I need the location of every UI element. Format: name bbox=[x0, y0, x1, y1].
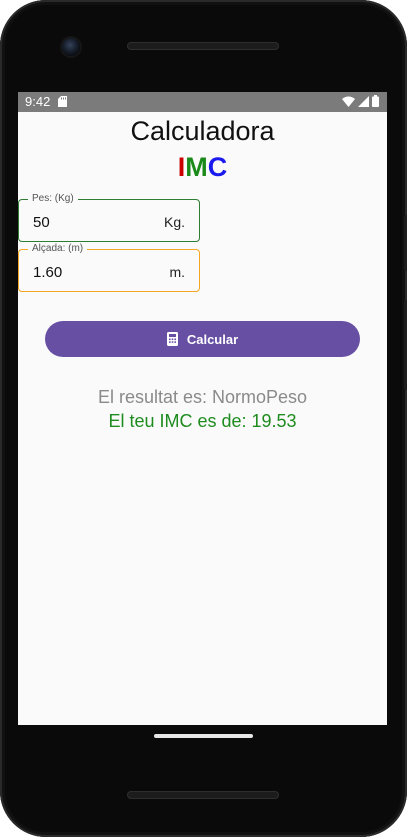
weight-field-label: Pes: (Kg) bbox=[28, 193, 78, 204]
app-subtitle-imc: IMC bbox=[18, 152, 387, 183]
height-unit-suffix: m. bbox=[169, 264, 185, 280]
app-title: Calculadora bbox=[130, 116, 275, 146]
weight-unit-suffix: Kg. bbox=[163, 214, 185, 230]
status-bar: 9:42 bbox=[18, 92, 387, 112]
bottom-speaker bbox=[127, 791, 279, 799]
wifi-icon bbox=[342, 96, 355, 107]
battery-icon bbox=[372, 95, 379, 107]
home-gesture-bar[interactable] bbox=[154, 734, 253, 738]
calculator-icon bbox=[166, 332, 178, 346]
app-screen: 9:42 Calculadora IMC Pes: (Kg) 50 Kg. Al… bbox=[18, 92, 387, 725]
top-speaker bbox=[127, 42, 279, 50]
subtitle-letter-c: C bbox=[207, 152, 228, 182]
sd-card-icon bbox=[58, 96, 67, 107]
subtitle-letter-m: M bbox=[185, 152, 208, 182]
height-input-value[interactable]: 1.60 bbox=[33, 264, 62, 281]
front-camera bbox=[62, 38, 80, 56]
result-imc-text: El teu IMC es de: 19.53 bbox=[108, 411, 297, 431]
weight-field[interactable]: Pes: (Kg) 50 Kg. bbox=[18, 193, 200, 242]
calculate-button-label: Calcular bbox=[186, 331, 239, 347]
signal-icon bbox=[358, 95, 369, 107]
weight-input-value[interactable]: 50 bbox=[33, 214, 50, 231]
phone-frame: 9:42 Calculadora IMC Pes: (Kg) 50 Kg. Al… bbox=[0, 0, 407, 837]
height-field-label: Alçada: (m) bbox=[28, 243, 88, 254]
calculate-button[interactable]: Calcular bbox=[45, 321, 360, 357]
status-time: 9:42 bbox=[25, 94, 51, 109]
height-field[interactable]: Alçada: (m) 1.60 m. bbox=[18, 243, 200, 292]
result-category-text: El resultat es: NormoPeso bbox=[97, 387, 308, 407]
